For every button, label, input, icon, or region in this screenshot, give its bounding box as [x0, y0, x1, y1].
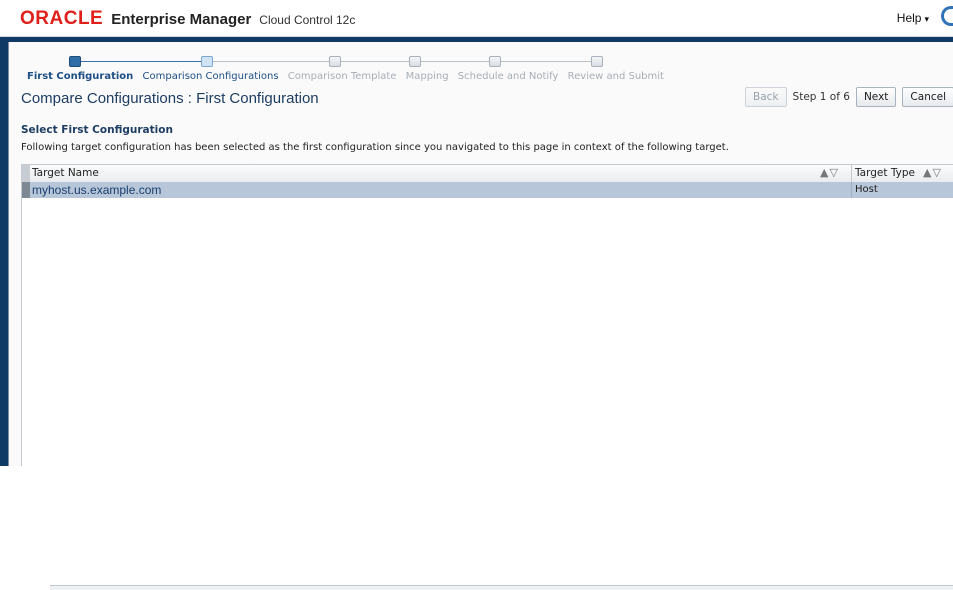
top-header: ORACLE Enterprise Manager Cloud Control …	[0, 0, 953, 37]
target-name-cell: myhost.us.example.com	[32, 183, 162, 197]
train-connector	[341, 61, 409, 62]
train-stop-review-and-submit	[591, 56, 603, 67]
oracle-logo: ORACLE	[20, 8, 104, 29]
section-description: Following target configuration has been …	[21, 142, 729, 153]
page-title: Compare Configurations : First Configura…	[21, 90, 319, 107]
brand: ORACLE Enterprise Manager Cloud Control …	[20, 8, 355, 30]
train-connector	[213, 61, 329, 62]
row-selector[interactable]	[22, 182, 30, 198]
step-schedule-and-notify: Schedule and Notify	[457, 71, 559, 82]
train-connector	[501, 61, 591, 62]
search-icon[interactable]	[941, 6, 953, 26]
back-button[interactable]: Back	[745, 87, 787, 107]
target-type-cell: Host	[855, 184, 878, 195]
train-step-labels: First Configuration Comparison Configura…	[27, 71, 670, 82]
step-comparison-configurations[interactable]: Comparison Configurations	[143, 71, 279, 82]
step-indicator: Step 1 of 6	[792, 91, 850, 103]
targets-table: Target Name ▲▽ Target Type ▲▽ myhost.us.…	[21, 164, 953, 590]
column-header-target-type[interactable]: Target Type	[855, 167, 915, 179]
main-content: First Configuration Comparison Configura…	[8, 42, 953, 590]
frame-left-border	[0, 37, 8, 466]
column-divider	[851, 182, 852, 198]
step-first-configuration[interactable]: First Configuration	[27, 71, 133, 82]
train-stop-comparison-template	[329, 56, 341, 67]
row-selector-header	[22, 165, 30, 182]
section-heading: Select First Configuration	[21, 124, 173, 136]
wizard-buttons: Back Step 1 of 6 Next Cancel	[745, 87, 953, 107]
train-stop-comparison-configurations[interactable]	[201, 56, 213, 67]
train-stop-schedule-and-notify	[489, 56, 501, 67]
sort-icon[interactable]: ▲▽	[923, 166, 942, 179]
step-comparison-template: Comparison Template	[287, 71, 397, 82]
wizard-train	[69, 56, 609, 68]
step-review-and-submit: Review and Submit	[567, 71, 664, 82]
help-menu[interactable]: Help ▾	[897, 11, 929, 25]
chevron-down-icon: ▾	[924, 14, 929, 24]
train-connector	[81, 61, 201, 62]
cancel-button[interactable]: Cancel	[902, 87, 953, 107]
help-label: Help	[896, 11, 922, 25]
table-row[interactable]: myhost.us.example.com Host	[22, 182, 953, 198]
product-edition: Cloud Control 12c	[259, 13, 356, 27]
sort-icon[interactable]: ▲▽	[820, 166, 839, 179]
horizontal-scrollbar[interactable]	[50, 585, 953, 590]
next-button[interactable]: Next	[855, 87, 897, 107]
step-mapping: Mapping	[405, 71, 449, 82]
table-header: Target Name ▲▽ Target Type ▲▽	[22, 165, 953, 183]
train-connector	[421, 61, 489, 62]
column-header-target-name[interactable]: Target Name	[32, 167, 99, 179]
train-stop-mapping	[409, 56, 421, 67]
train-stop-first-configuration[interactable]	[69, 56, 81, 67]
product-name: Enterprise Manager	[111, 11, 252, 28]
column-divider[interactable]	[851, 165, 852, 182]
